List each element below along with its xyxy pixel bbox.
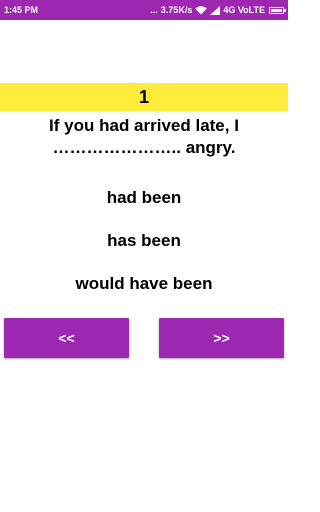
network-speed: 3.75K/s [160, 5, 193, 15]
status-bar: 1:45 PM ... 3.75K/s 4G VoLTE [0, 0, 288, 20]
signal-icon [210, 5, 221, 15]
answer-option-1[interactable]: had been [0, 187, 288, 209]
question-number: 1 [138, 86, 149, 107]
next-button-label: >> [213, 330, 230, 346]
network-type: 4G VoLTE [223, 5, 265, 15]
question-number-bar: 1 [0, 83, 288, 111]
answer-option-3[interactable]: would have been [0, 273, 288, 295]
battery-icon [269, 6, 286, 14]
next-button[interactable]: >> [159, 318, 284, 358]
previous-button-label: << [58, 330, 75, 346]
previous-button[interactable]: << [4, 318, 129, 358]
status-dots: ... [150, 5, 158, 15]
question-line-1: If you had arrived late, I [49, 116, 239, 135]
status-time: 1:45 PM [4, 5, 39, 15]
answer-option-2[interactable]: has been [0, 230, 288, 252]
question-line-2: ………………….. angry. [52, 138, 236, 157]
question-text: If you had arrived late, I ………………….. ang… [8, 115, 280, 159]
wifi-icon [195, 5, 208, 14]
